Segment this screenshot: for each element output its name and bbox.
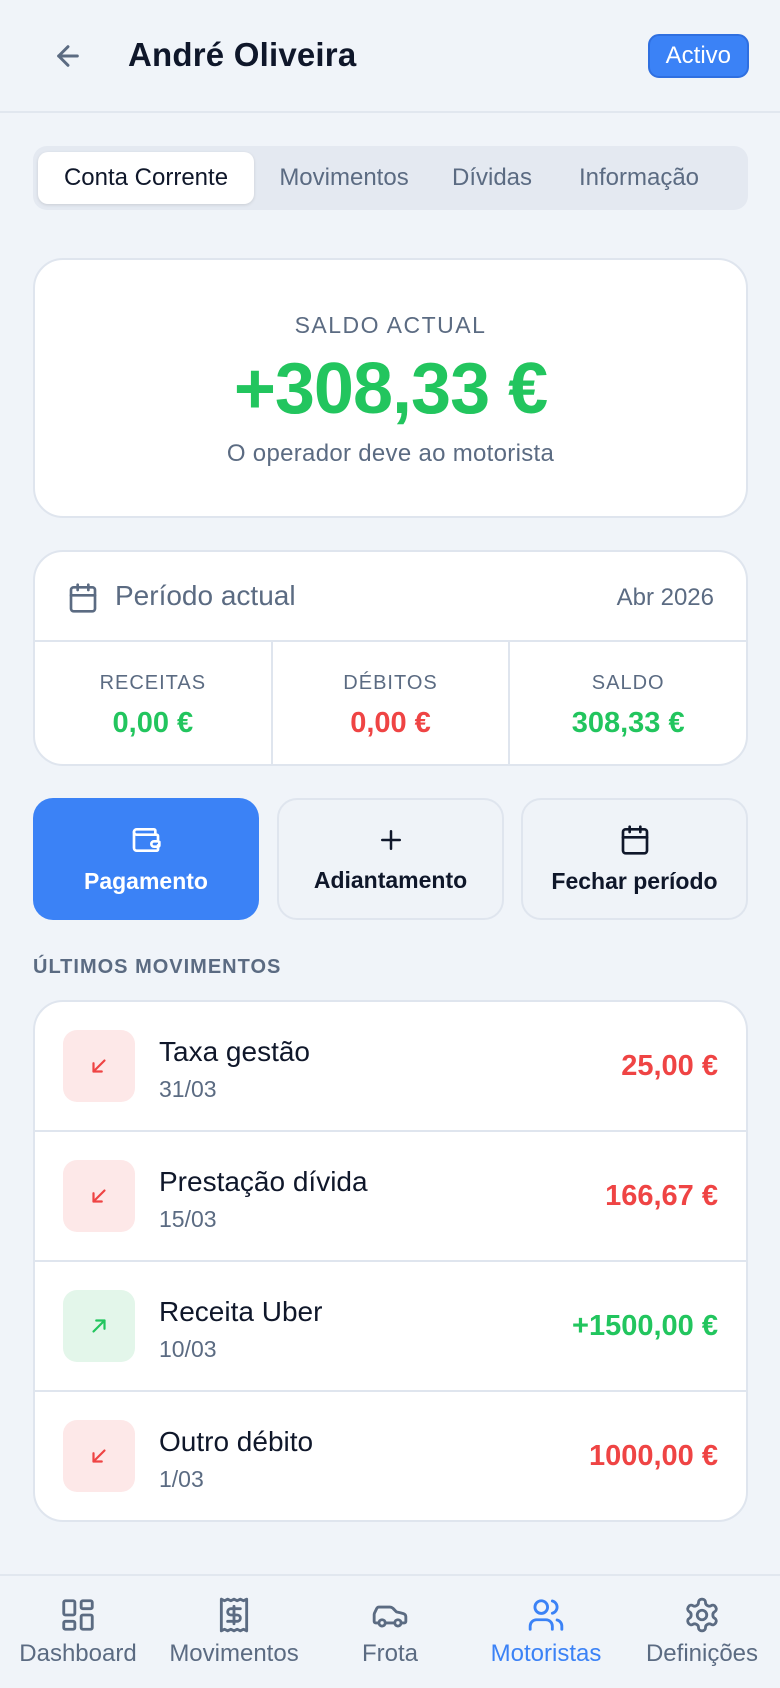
nav-movimentos[interactable]: Movimentos xyxy=(156,1576,312,1688)
saldo-column: SALDO 308,33 € xyxy=(510,642,746,764)
fechar-periodo-button[interactable]: Fechar período xyxy=(521,798,748,920)
calendar-icon xyxy=(621,824,648,855)
period-summary: RECEITAS 0,00 € DÉBITOS 0,00 € SALDO 308… xyxy=(35,642,746,764)
nav-label: Motoristas xyxy=(490,1640,602,1667)
pagamento-button[interactable]: Pagamento xyxy=(33,798,259,920)
saldo-value: 308,33 € xyxy=(571,707,685,739)
tab-conta-corrente[interactable]: Conta Corrente xyxy=(38,152,254,204)
movement-amount: 1000,00 € xyxy=(588,1440,718,1472)
tab-informacao[interactable]: Informação xyxy=(550,152,728,204)
users-icon xyxy=(528,1599,564,1631)
period-title: Período actual xyxy=(115,580,296,611)
nav-label: Definições xyxy=(645,1640,759,1667)
debit-arrow-icon xyxy=(63,1030,135,1102)
receitas-column: RECEITAS 0,00 € xyxy=(35,642,273,764)
pagamento-label: Pagamento xyxy=(84,867,208,894)
balance-label: SALDO ACTUAL xyxy=(294,312,487,338)
status-badge: Activo xyxy=(647,34,749,78)
page-title: André Oliveira xyxy=(128,36,357,73)
tab-movimentos[interactable]: Movimentos xyxy=(254,152,434,204)
car-icon xyxy=(372,1605,408,1628)
list-item[interactable]: Prestação dívida 15/03 166,67 € xyxy=(35,1132,746,1262)
back-button[interactable] xyxy=(48,36,88,76)
nav-label: Frota xyxy=(361,1640,418,1667)
list-item[interactable]: Receita Uber 10/03 +1500,00 € xyxy=(35,1262,746,1392)
section-title: ÚLTIMOS MOVIMENTOS xyxy=(33,956,282,978)
period-header: Período actual Abr 2026 xyxy=(35,552,746,642)
tab-dividas[interactable]: Dívidas xyxy=(434,152,550,204)
wallet-icon xyxy=(132,827,161,852)
receitas-label: RECEITAS xyxy=(99,672,207,694)
fechar-periodo-label: Fechar período xyxy=(551,867,718,894)
movements-list: Taxa gestão 31/03 25,00 € Prestação dívi… xyxy=(33,1000,748,1522)
balance-caption: O operador deve ao motorista xyxy=(226,440,555,467)
movement-title: Prestação dívida xyxy=(159,1166,368,1197)
period-card: Período actual Abr 2026 RECEITAS 0,00 € … xyxy=(33,550,748,766)
list-item[interactable]: Taxa gestão 31/03 25,00 € xyxy=(35,1002,746,1132)
nav-definicoes[interactable]: Definições xyxy=(624,1576,780,1688)
balance-value: +308,33 € xyxy=(233,349,548,429)
calendar-icon xyxy=(69,583,97,613)
receipt-icon xyxy=(219,1597,249,1633)
saldo-label: SALDO xyxy=(591,672,665,694)
arrow-left-icon xyxy=(57,45,79,67)
list-item[interactable]: Outro débito 1/03 1000,00 € xyxy=(35,1392,746,1520)
movement-date: 31/03 xyxy=(159,1076,217,1102)
nav-label: Movimentos xyxy=(169,1640,299,1667)
movement-date: 15/03 xyxy=(159,1206,217,1232)
bottom-nav: Dashboard Movimentos Frota Motoristas De… xyxy=(0,1574,780,1688)
header: André Oliveira Activo xyxy=(0,0,780,113)
dashboard-icon xyxy=(62,1599,94,1631)
plus-icon xyxy=(380,829,401,850)
gear-icon xyxy=(686,1597,718,1633)
movement-date: 1/03 xyxy=(159,1466,204,1492)
nav-frota[interactable]: Frota xyxy=(312,1576,468,1688)
movement-date: 10/03 xyxy=(159,1336,217,1362)
movement-title: Taxa gestão xyxy=(159,1036,310,1067)
debit-arrow-icon xyxy=(63,1160,135,1232)
nav-label: Dashboard xyxy=(19,1640,137,1667)
debitos-column: DÉBITOS 0,00 € xyxy=(273,642,511,764)
period-date: Abr 2026 xyxy=(616,584,714,611)
tab-bar: Conta Corrente Movimentos Dívidas Inform… xyxy=(33,146,748,210)
adiantamento-label: Adiantamento xyxy=(313,866,468,893)
nav-motoristas[interactable]: Motoristas xyxy=(468,1576,624,1688)
adiantamento-button[interactable]: Adiantamento xyxy=(277,798,504,920)
receitas-value: 0,00 € xyxy=(112,707,194,739)
credit-arrow-icon xyxy=(63,1290,135,1362)
movement-title: Receita Uber xyxy=(159,1296,323,1327)
balance-card: SALDO ACTUAL +308,33 € O operador deve a… xyxy=(33,258,748,518)
movement-title: Outro débito xyxy=(159,1426,314,1457)
movement-amount: +1500,00 € xyxy=(572,1310,718,1342)
nav-dashboard[interactable]: Dashboard xyxy=(0,1576,156,1688)
debitos-value: 0,00 € xyxy=(350,707,431,739)
debit-arrow-icon xyxy=(63,1420,135,1492)
debitos-label: DÉBITOS xyxy=(343,672,438,694)
movement-amount: 166,67 € xyxy=(605,1180,718,1212)
movement-amount: 25,00 € xyxy=(621,1050,718,1082)
